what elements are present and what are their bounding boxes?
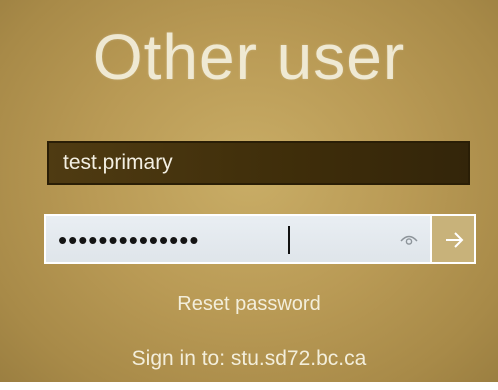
- password-masked-value: ••••••••••••••: [58, 225, 200, 255]
- password-field[interactable]: ••••••••••••••: [44, 214, 432, 264]
- password-row: ••••••••••••••: [44, 214, 476, 264]
- reset-password-link[interactable]: Reset password: [0, 293, 498, 316]
- eye-icon[interactable]: [400, 233, 418, 247]
- text-caret: [288, 226, 290, 254]
- sign-in-to-domain: Sign in to: stu.sd72.bc.ca: [131, 347, 367, 370]
- photo-border: [0, 382, 498, 390]
- arrow-right-icon: [446, 232, 464, 248]
- lock-screen: Other user test.primary •••••••••••••• R…: [0, 0, 498, 390]
- submit-arrow-button[interactable]: [432, 214, 476, 264]
- username-field[interactable]: test.primary: [47, 141, 470, 185]
- page-title: Other user: [92, 21, 406, 93]
